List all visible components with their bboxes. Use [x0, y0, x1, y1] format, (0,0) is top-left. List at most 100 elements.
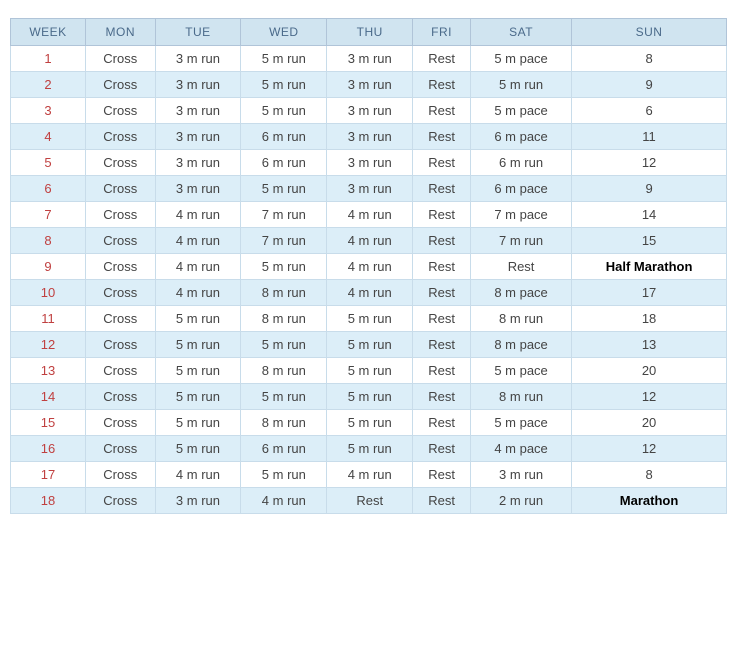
data-cell: Half Marathon [572, 254, 727, 280]
data-cell: 5 m run [241, 176, 327, 202]
week-cell: 6 [11, 176, 86, 202]
data-cell: 3 m run [155, 46, 241, 72]
data-cell: Rest [413, 410, 471, 436]
week-cell: 3 [11, 98, 86, 124]
data-cell: 3 m run [471, 462, 572, 488]
data-cell: 5 m run [155, 436, 241, 462]
data-cell: 5 m run [241, 46, 327, 72]
data-cell: 5 m run [241, 254, 327, 280]
data-cell: 5 m pace [471, 46, 572, 72]
data-cell: 4 m run [155, 228, 241, 254]
data-cell: 5 m run [155, 410, 241, 436]
data-cell: 3 m run [155, 72, 241, 98]
week-cell: 7 [11, 202, 86, 228]
data-cell: Rest [413, 358, 471, 384]
data-cell: 4 m run [327, 202, 413, 228]
col-header-fri: FRI [413, 19, 471, 46]
data-cell: Rest [413, 46, 471, 72]
col-header-tue: TUE [155, 19, 241, 46]
data-cell: 4 m run [155, 280, 241, 306]
data-cell: 4 m run [155, 462, 241, 488]
data-cell: 6 m run [471, 150, 572, 176]
col-header-sun: SUN [572, 19, 727, 46]
data-cell: Rest [413, 462, 471, 488]
data-cell: 8 m pace [471, 280, 572, 306]
col-header-thu: THU [327, 19, 413, 46]
data-cell: 5 m run [155, 384, 241, 410]
data-cell: 12 [572, 436, 727, 462]
table-row: 11Cross5 m run8 m run5 m runRest8 m run1… [11, 306, 727, 332]
data-cell: 4 m run [155, 202, 241, 228]
data-cell: 5 m run [327, 410, 413, 436]
data-cell: Cross [86, 306, 156, 332]
data-cell: Rest [413, 488, 471, 514]
data-cell: 8 m run [471, 306, 572, 332]
data-cell: 5 m run [471, 72, 572, 98]
table-row: 7Cross4 m run7 m run4 m runRest7 m pace1… [11, 202, 727, 228]
week-cell: 10 [11, 280, 86, 306]
table-row: 9Cross4 m run5 m run4 m runRestRestHalf … [11, 254, 727, 280]
col-header-week: WEEK [11, 19, 86, 46]
table-row: 3Cross3 m run5 m run3 m runRest5 m pace6 [11, 98, 727, 124]
week-cell: 11 [11, 306, 86, 332]
data-cell: Cross [86, 410, 156, 436]
data-cell: 11 [572, 124, 727, 150]
data-cell: 8 m run [241, 280, 327, 306]
data-cell: 3 m run [327, 46, 413, 72]
table-row: 18Cross3 m run4 m runRestRest2 m runMara… [11, 488, 727, 514]
data-cell: Cross [86, 228, 156, 254]
data-cell: 7 m run [241, 228, 327, 254]
col-header-wed: WED [241, 19, 327, 46]
table-row: 14Cross5 m run5 m run5 m runRest8 m run1… [11, 384, 727, 410]
week-cell: 1 [11, 46, 86, 72]
data-cell: 5 m run [155, 306, 241, 332]
data-cell: 9 [572, 176, 727, 202]
week-cell: 8 [11, 228, 86, 254]
data-cell: 3 m run [155, 150, 241, 176]
week-cell: 14 [11, 384, 86, 410]
data-cell: 8 m run [471, 384, 572, 410]
data-cell: Rest [413, 176, 471, 202]
data-cell: 6 m pace [471, 176, 572, 202]
data-cell: Cross [86, 46, 156, 72]
table-row: 8Cross4 m run7 m run4 m runRest7 m run15 [11, 228, 727, 254]
data-cell: 4 m run [327, 228, 413, 254]
data-cell: 12 [572, 384, 727, 410]
data-cell: Cross [86, 436, 156, 462]
col-header-mon: MON [86, 19, 156, 46]
training-table: WEEKMONTUEWEDTHUFRISATSUN 1Cross3 m run5… [10, 18, 727, 514]
data-cell: 3 m run [327, 98, 413, 124]
data-cell: 9 [572, 72, 727, 98]
table-row: 16Cross5 m run6 m run5 m runRest4 m pace… [11, 436, 727, 462]
data-cell: 5 m run [241, 332, 327, 358]
data-cell: 4 m run [155, 254, 241, 280]
data-cell: Rest [413, 124, 471, 150]
table-row: 1Cross3 m run5 m run3 m runRest5 m pace8 [11, 46, 727, 72]
data-cell: Rest [413, 306, 471, 332]
week-cell: 18 [11, 488, 86, 514]
data-cell: 5 m run [241, 98, 327, 124]
col-header-sat: SAT [471, 19, 572, 46]
data-cell: 5 m run [155, 332, 241, 358]
data-cell: 7 m run [241, 202, 327, 228]
data-cell: Rest [413, 150, 471, 176]
data-cell: 5 m run [241, 384, 327, 410]
data-cell: 5 m run [327, 436, 413, 462]
table-row: 2Cross3 m run5 m run3 m runRest5 m run9 [11, 72, 727, 98]
data-cell: 5 m run [327, 384, 413, 410]
data-cell: 17 [572, 280, 727, 306]
data-cell: 20 [572, 358, 727, 384]
data-cell: 4 m run [241, 488, 327, 514]
table-row: 4Cross3 m run6 m run3 m runRest6 m pace1… [11, 124, 727, 150]
data-cell: 8 [572, 46, 727, 72]
data-cell: Rest [413, 72, 471, 98]
data-cell: Rest [413, 254, 471, 280]
table-row: 17Cross4 m run5 m run4 m runRest3 m run8 [11, 462, 727, 488]
data-cell: 8 m pace [471, 332, 572, 358]
data-cell: Cross [86, 202, 156, 228]
data-cell: Cross [86, 358, 156, 384]
table-row: 13Cross5 m run8 m run5 m runRest5 m pace… [11, 358, 727, 384]
data-cell: 3 m run [155, 124, 241, 150]
data-cell: 6 m pace [471, 124, 572, 150]
data-cell: 3 m run [155, 98, 241, 124]
